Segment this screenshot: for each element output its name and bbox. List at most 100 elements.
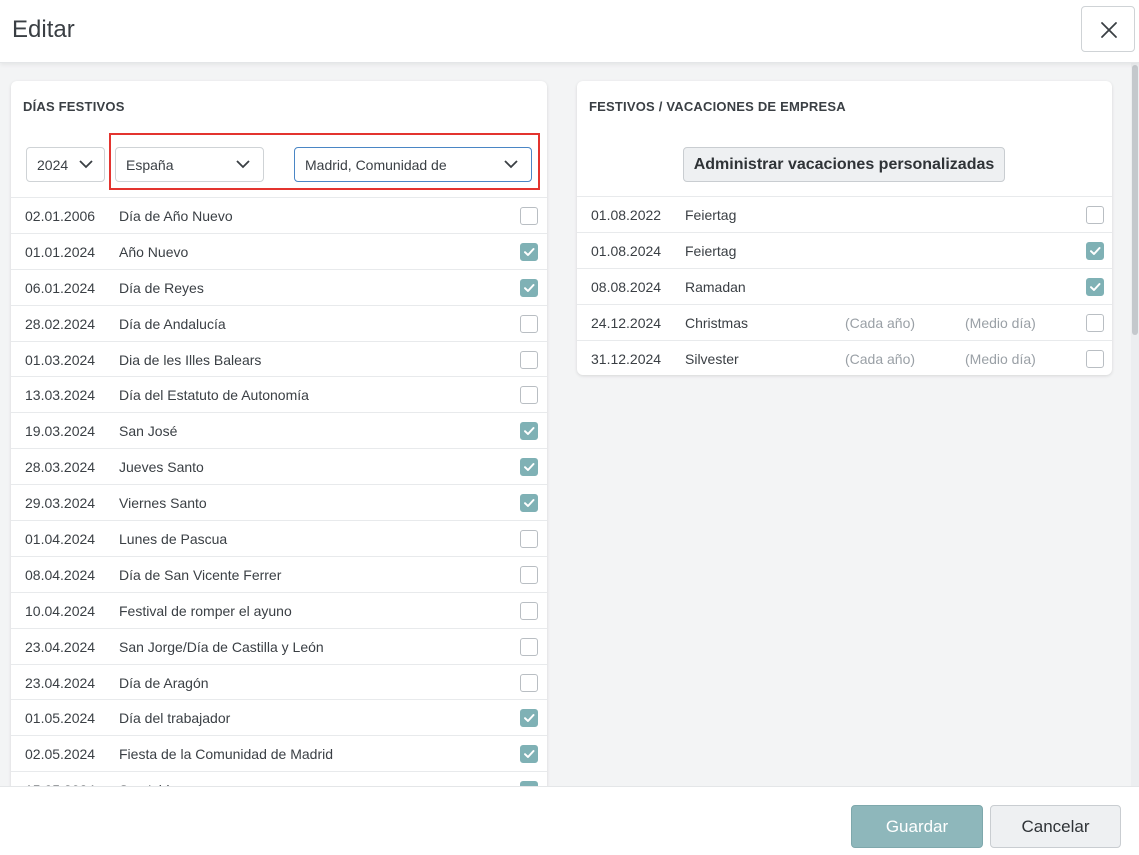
close-icon [1101, 22, 1117, 38]
table-row: 10.04.2024 Festival de romper el ayuno [11, 591, 547, 628]
table-row: 31.12.2024 Silvester (Cada año) (Medio día) [577, 339, 1112, 375]
row-checkbox[interactable] [520, 530, 538, 549]
row-name: San Jorge/Día de Castilla y León [119, 638, 324, 655]
row-half-day: (Medio día) [965, 314, 1036, 331]
row-date: 29.03.2024 [25, 495, 96, 512]
row-checkbox[interactable] [520, 278, 538, 297]
holiday-list: 02.01.2006 Día de Año Nuevo 01.01.2024 Año … [11, 197, 547, 801]
table-row: 28.03.2024 Jueves Santo [11, 448, 547, 484]
row-date: 06.01.2024 [25, 279, 96, 296]
row-checkbox[interactable] [1086, 206, 1104, 224]
table-row: 01.01.2024 Año Nuevo [11, 232, 547, 269]
row-checkbox[interactable] [520, 422, 538, 441]
dialog-title: Editar [12, 16, 75, 43]
checkmark-icon [524, 750, 535, 759]
row-date: 28.02.2024 [25, 315, 96, 332]
row-date: 02.05.2024 [25, 746, 96, 763]
row-date: 01.08.2024 [591, 242, 662, 259]
row-checkbox[interactable] [520, 601, 538, 620]
row-name: Dia de les Illes Balears [119, 351, 262, 368]
table-row: 08.08.2024 Ramadan [577, 267, 1112, 304]
row-name: Ramadan [685, 278, 746, 295]
table-row: 01.08.2024 Feiertag [577, 231, 1112, 268]
row-name: Día de Año Nuevo [119, 208, 233, 224]
table-row: 01.05.2024 Día del trabajador [11, 699, 547, 735]
row-date: 08.04.2024 [25, 566, 96, 583]
table-row: 23.04.2024 San Jorge/Día de Castilla y Le… [11, 627, 547, 664]
public-holidays-title: DÍAS FESTIVOS [23, 99, 125, 114]
row-name: Jueves Santo [119, 459, 204, 476]
year-select-value: 2024 [37, 157, 69, 173]
row-checkbox[interactable] [520, 314, 538, 333]
checkmark-icon [524, 427, 535, 436]
table-row: 01.08.2022 Feiertag [577, 196, 1112, 232]
row-name: Christmas [685, 314, 749, 331]
year-select[interactable]: 2024 [26, 147, 105, 182]
checkmark-icon [1090, 282, 1101, 291]
row-checkbox[interactable] [520, 637, 538, 656]
row-date: 23.04.2024 [25, 674, 96, 691]
row-checkbox[interactable] [1086, 349, 1104, 368]
row-recurrence: (Cada año) [845, 350, 916, 367]
row-date: 01.03.2024 [25, 351, 96, 368]
row-checkbox[interactable] [520, 242, 538, 261]
row-date: 10.04.2024 [25, 602, 96, 619]
row-date: 02.01.2006 [25, 208, 96, 224]
table-row: 24.12.2024 Christmas (Cada año) (Medio día) [577, 303, 1112, 340]
save-button[interactable]: Guardar [851, 805, 983, 848]
table-row: 19.03.2024 San José [11, 412, 547, 448]
row-date: 01.05.2024 [25, 710, 96, 727]
row-name: Día del trabajador [119, 710, 231, 727]
row-checkbox[interactable] [520, 207, 538, 225]
scrollbar-thumb[interactable] [1132, 65, 1138, 335]
dialog-header: Editar [0, 0, 1139, 63]
row-checkbox[interactable] [1086, 277, 1104, 296]
table-row: 06.01.2024 Día de Reyes [11, 268, 547, 305]
table-row: 23.04.2024 Día de Aragón [11, 663, 547, 700]
dialog-footer: Guardar Cancelar [0, 786, 1139, 855]
company-holiday-list: 01.08.2022 Feiertag 01.08.2024 Feiertag 08.0… [577, 196, 1112, 375]
row-date: 19.03.2024 [25, 423, 96, 440]
row-date: 31.12.2024 [591, 350, 662, 367]
cancel-button[interactable]: Cancelar [990, 805, 1121, 848]
selection-highlight [109, 133, 540, 190]
company-holidays-title: FESTIVOS / VACACIONES DE EMPRESA [589, 99, 846, 114]
table-row: 02.01.2006 Día de Año Nuevo [11, 197, 547, 233]
row-date: 01.01.2024 [25, 243, 96, 260]
table-row: 02.05.2024 Fiesta de la Comunidad de Madr… [11, 735, 547, 771]
row-name: Lunes de Pascua [119, 531, 228, 548]
table-row: 28.02.2024 Día de Andalucía [11, 304, 547, 341]
row-checkbox[interactable] [520, 565, 538, 584]
row-name: Silvester [685, 350, 739, 367]
row-name: Día de Reyes [119, 279, 204, 296]
table-row: 01.03.2024 Dia de les Illes Balears [11, 340, 547, 377]
checkmark-icon [524, 499, 535, 508]
table-row: 13.03.2024 Día del Estatuto de Autonomía [11, 376, 547, 412]
row-checkbox[interactable] [520, 673, 538, 692]
scrollbar[interactable] [1131, 63, 1139, 786]
row-date: 13.03.2024 [25, 387, 96, 404]
company-holidays-panel: FESTIVOS / VACACIONES DE EMPRESA Adminis… [577, 81, 1112, 375]
row-name: Día de San Vicente Ferrer [119, 566, 282, 583]
close-button[interactable] [1081, 6, 1135, 52]
row-name: Día del Estatuto de Autonomía [119, 387, 309, 404]
row-date: 01.04.2024 [25, 531, 96, 548]
row-date: 28.03.2024 [25, 459, 96, 476]
checkmark-icon [524, 714, 535, 723]
checkmark-icon [524, 283, 535, 292]
row-checkbox[interactable] [520, 350, 538, 369]
row-checkbox[interactable] [1086, 313, 1104, 332]
row-name: Día de Andalucía [119, 315, 226, 332]
row-checkbox[interactable] [520, 458, 538, 477]
row-date: 23.04.2024 [25, 638, 96, 655]
row-name: Viernes Santo [119, 495, 207, 512]
row-checkbox[interactable] [520, 494, 538, 513]
row-checkbox[interactable] [520, 745, 538, 764]
row-name: Día de Aragón [119, 674, 209, 691]
table-row: 01.04.2024 Lunes de Pascua [11, 520, 547, 556]
row-checkbox[interactable] [1086, 241, 1104, 260]
row-checkbox[interactable] [520, 386, 538, 405]
row-checkbox[interactable] [520, 709, 538, 728]
row-name: Feiertag [685, 207, 737, 223]
manage-custom-holidays-button[interactable]: Administrar vacaciones personalizadas [683, 147, 1005, 182]
